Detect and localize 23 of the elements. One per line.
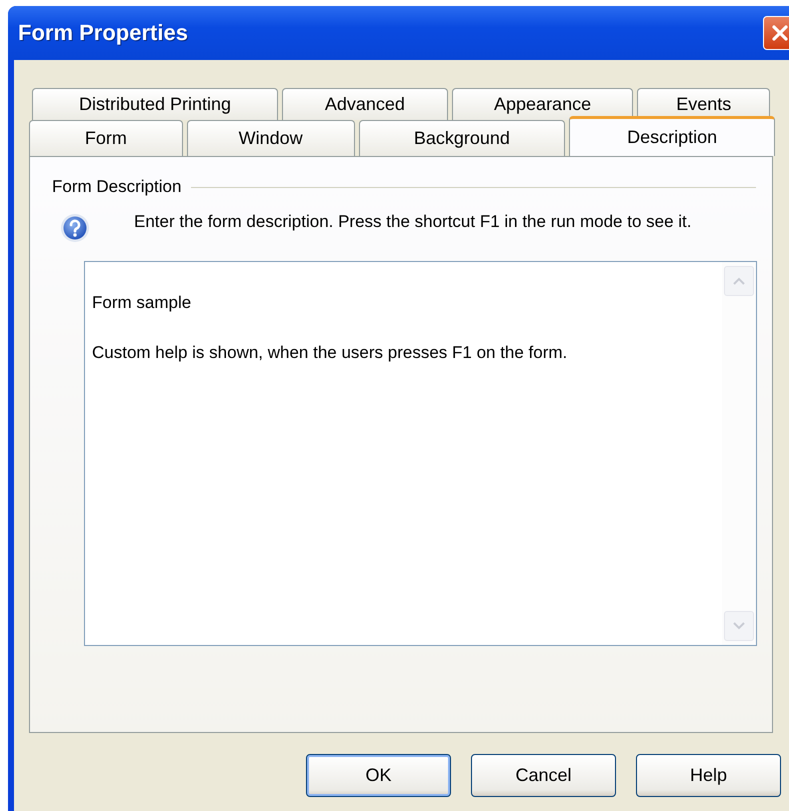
hint-text: Enter the form description. Press the shortcut F1 in the run mode to see it. — [134, 211, 692, 233]
chevron-down-icon — [733, 622, 745, 630]
dialog-button[interactable]: OK — [306, 754, 451, 797]
scroll-up-button[interactable] — [724, 266, 754, 296]
chevron-up-icon — [733, 277, 745, 285]
tab[interactable]: Description — [569, 116, 775, 156]
scroll-down-button[interactable] — [724, 611, 754, 641]
tab[interactable]: Form — [29, 120, 183, 156]
group-title: Form Description — [52, 177, 182, 197]
tab[interactable]: Background — [358, 120, 566, 156]
description-line: Custom help is shown, when the users presses F1 on the form. — [92, 342, 568, 364]
dialog-button[interactable]: Help — [636, 754, 781, 797]
help-icon — [60, 213, 90, 243]
close-icon — [770, 23, 789, 43]
tab[interactable]: Window — [186, 120, 355, 156]
dialog-button[interactable]: Cancel — [471, 754, 616, 797]
tab[interactable]: Distributed Printing — [32, 88, 278, 120]
tab[interactable]: Appearance — [452, 88, 634, 120]
window-title: Form Properties — [18, 20, 188, 46]
close-button[interactable] — [763, 16, 789, 50]
description-line: Form sample — [92, 292, 192, 314]
description-field[interactable]: Form sample Custom help is shown, when the users presses F1 on the form. — [84, 261, 757, 646]
tab[interactable]: Advanced — [282, 88, 448, 120]
